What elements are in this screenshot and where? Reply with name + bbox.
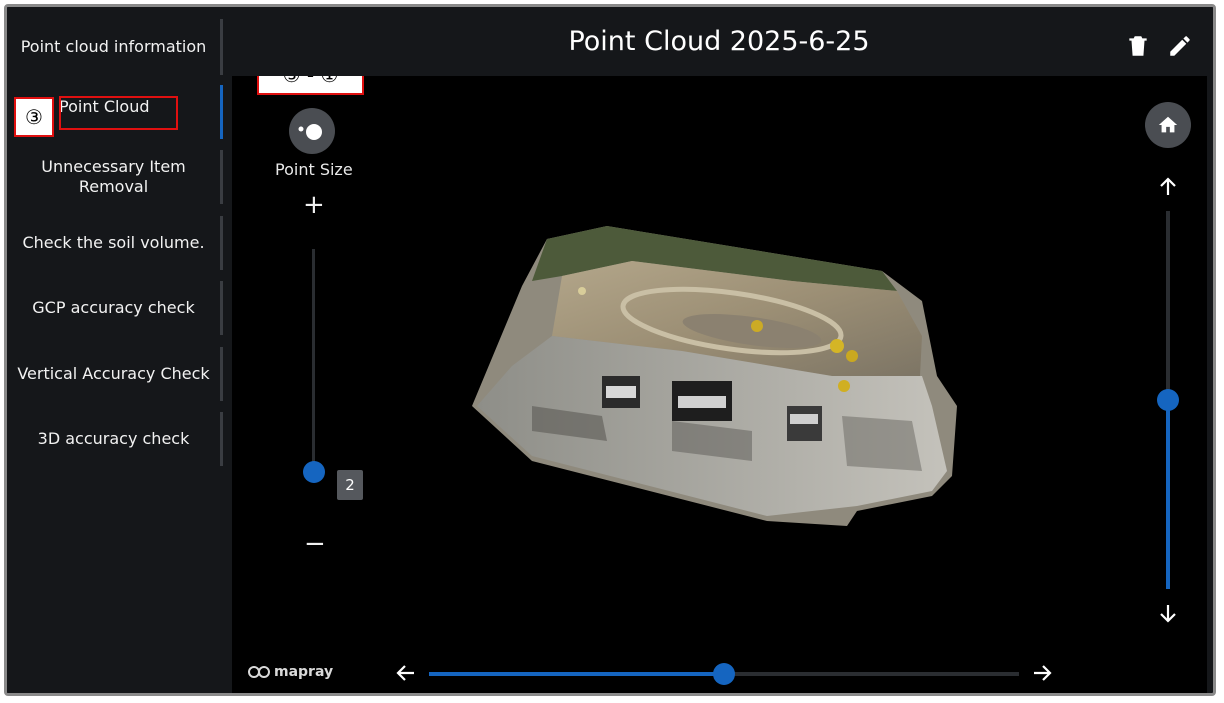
annotation-marker-3: ③	[14, 97, 54, 137]
sidebar-item-label: GCP accuracy check	[32, 298, 195, 317]
arrow-right-icon[interactable]	[1030, 661, 1054, 690]
mapray-logo: mapray	[248, 664, 333, 680]
point-size-track[interactable]	[312, 249, 315, 479]
header: Point Cloud 2025-6-25	[225, 7, 1213, 76]
sidebar: Point cloud information Point Cloud Unne…	[7, 7, 225, 693]
sidebar-item-gcp-accuracy-check[interactable]: GCP accuracy check	[7, 281, 223, 335]
arrow-left-icon[interactable]	[394, 661, 418, 690]
point-size-icon	[298, 124, 322, 140]
app-window: Point cloud information Point Cloud Unne…	[4, 4, 1216, 696]
point-size-label: Point Size	[275, 160, 353, 179]
sidebar-item-unnecessary-item-removal[interactable]: Unnecessary Item Removal	[7, 150, 223, 204]
horizontal-slider-thumb[interactable]	[713, 663, 735, 685]
point-cloud-render[interactable]	[232, 76, 1207, 693]
vertical-slider-thumb[interactable]	[1157, 389, 1179, 411]
sidebar-item-check-soil-volume[interactable]: Check the soil volume.	[7, 216, 223, 270]
arrow-down-icon[interactable]	[1156, 601, 1180, 630]
point-size-value-tooltip: 2	[337, 470, 363, 500]
vertical-slider-fill	[1166, 400, 1170, 589]
annotation-highlight-point-cloud	[59, 96, 178, 130]
point-size-button[interactable]	[289, 108, 335, 154]
sidebar-item-label: Vertical Accuracy Check	[17, 364, 210, 383]
trash-icon[interactable]	[1125, 33, 1151, 59]
point-size-slider-thumb[interactable]	[303, 461, 325, 484]
arrow-up-icon[interactable]	[1156, 175, 1180, 204]
sidebar-item-point-cloud-information[interactable]: Point cloud information	[7, 19, 223, 75]
sidebar-item-label: Point cloud information	[20, 37, 207, 56]
annotation-marker-3-1: ③ - ①	[257, 76, 364, 95]
home-icon	[1158, 116, 1178, 133]
home-button[interactable]	[1145, 102, 1191, 148]
sidebar-item-vertical-accuracy-check[interactable]: Vertical Accuracy Check	[7, 347, 223, 401]
sidebar-item-label: Unnecessary Item Removal	[41, 157, 186, 196]
horizontal-slider-fill	[429, 672, 724, 676]
page-title: Point Cloud 2025-6-25	[568, 26, 870, 57]
sidebar-item-label: 3D accuracy check	[37, 429, 190, 448]
pencil-icon[interactable]	[1167, 33, 1193, 59]
point-size-decrease-button[interactable]: −	[304, 531, 326, 557]
point-size-increase-button[interactable]: +	[303, 192, 325, 218]
point-cloud-viewer[interactable]: ③ - ① Point Size + 2 −	[232, 76, 1207, 693]
sidebar-item-3d-accuracy-check[interactable]: 3D accuracy check	[7, 412, 223, 466]
sidebar-item-label: Check the soil volume.	[22, 233, 205, 252]
mapray-logo-icon	[248, 666, 270, 678]
